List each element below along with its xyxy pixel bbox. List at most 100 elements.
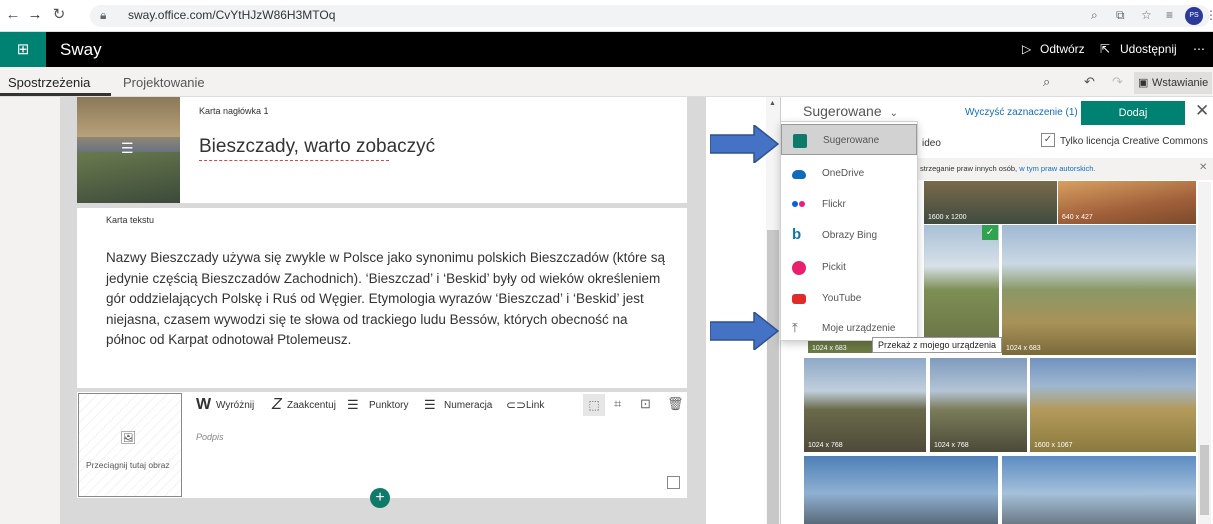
bullets-icon[interactable]: ☰	[347, 397, 359, 413]
text-card-label: Karta tekstu	[106, 215, 155, 225]
fit-icon[interactable]: ⊡	[640, 396, 651, 412]
heading-card-image[interactable]: ☰	[77, 97, 180, 203]
scroll-up-icon[interactable]: ▲	[769, 100, 776, 107]
suggested-icon	[793, 134, 807, 148]
share-button[interactable]: Udostępnij	[1120, 42, 1177, 56]
heading-card-label: Karta nagłówka 1	[199, 106, 269, 116]
bing-icon: b	[792, 226, 802, 243]
photo-dimensions: 1024 x 768	[934, 442, 969, 449]
license-checkbox[interactable]: ✓	[1041, 133, 1055, 147]
search-icon[interactable]: ⌕	[1043, 74, 1050, 90]
clear-selection-link[interactable]: Wyczyść zaznaczenie (1)	[965, 107, 1078, 118]
photo-thumb[interactable]: 1024 x 768	[930, 358, 1027, 452]
photo-thumb[interactable]: 1600 x 1067	[1030, 358, 1196, 452]
caption-placeholder[interactable]: Podpis	[196, 432, 224, 442]
copyright-link[interactable]: w tym praw autorskich.	[1019, 164, 1095, 173]
highlight-button[interactable]: Wyróżnij	[216, 400, 254, 411]
flickr-icon	[792, 201, 798, 207]
tab-insights[interactable]: Spostrzeżenia	[8, 75, 90, 90]
forward-arrow-icon[interactable]: →	[26, 6, 44, 24]
undo-icon[interactable]: ↶	[1084, 74, 1095, 90]
numbering-icon[interactable]: ☰	[424, 397, 436, 413]
photo-dimensions: 640 x 427	[1062, 214, 1093, 221]
source-item-youtube[interactable]: YouTube	[781, 283, 917, 314]
pane-scrollbar-thumb[interactable]	[1200, 445, 1209, 515]
add-button[interactable]: Dodaj	[1081, 101, 1185, 125]
copyright-notice: strzeganie praw innych osób, w tym praw …	[916, 158, 1213, 180]
photo-hills	[77, 152, 180, 203]
more-options-icon[interactable]: ⋯	[1193, 42, 1205, 56]
source-item-bing[interactable]: b Obrazy Bing	[781, 220, 917, 251]
source-item-pickit[interactable]: Pickit	[781, 252, 917, 283]
reload-icon[interactable]: ↻	[50, 6, 68, 24]
heading-text[interactable]: Bieszczady, warto zobaczyć	[199, 136, 435, 158]
share-page-icon[interactable]: ⧉	[1116, 8, 1125, 23]
numbering-button[interactable]: Numeracja	[444, 400, 492, 411]
share-icon[interactable]: ⇱	[1100, 42, 1110, 56]
notice-close-icon[interactable]: ✕	[1199, 162, 1207, 173]
bookmark-star-icon[interactable]: ☆	[1141, 8, 1152, 22]
emphasize-button[interactable]: Zaakcentuj	[287, 400, 336, 411]
bullets-button[interactable]: Punktory	[369, 400, 408, 411]
text-card-body[interactable]: Nazwy Bieszczady używa się zwykle w Pols…	[106, 248, 666, 351]
emphasize-icon[interactable]: Z	[272, 396, 282, 414]
reading-list-icon[interactable]: ≡	[1166, 8, 1173, 22]
pickit-icon	[792, 261, 806, 275]
scrollbar-thumb[interactable]	[767, 230, 779, 524]
link-button[interactable]: Link	[526, 400, 544, 411]
photo-dimensions: 1024 x 683	[1006, 345, 1041, 352]
delete-icon[interactable]: 🗑︎	[667, 396, 684, 412]
drop-image-label: Przeciągnij tutaj obraz	[86, 460, 170, 470]
tab-design[interactable]: Projektowanie	[123, 75, 205, 90]
photo-dimensions: 1024 x 683	[812, 345, 847, 352]
profile-avatar[interactable]: PS	[1185, 7, 1203, 25]
add-card-button[interactable]: +	[370, 488, 390, 508]
license-label: Tylko licencja Creative Commons	[1060, 136, 1208, 147]
insert-icon: ▣	[1138, 77, 1149, 89]
redo-icon[interactable]: ↷	[1112, 74, 1123, 90]
active-tab-indicator	[0, 93, 111, 96]
source-item-onedrive[interactable]: OneDrive	[781, 158, 917, 189]
source-item-flickr[interactable]: Flickr	[781, 189, 917, 220]
photo-thumb[interactable]: 1600 x 1200	[924, 181, 1057, 224]
photo-sky	[77, 97, 180, 137]
upload-icon: ⤒	[792, 320, 798, 335]
crop-icon[interactable]: ⌗	[614, 396, 621, 412]
spellcheck-underline	[199, 160, 389, 161]
url-text[interactable]: sway.office.com/CvYtHJzW86H3MTOq	[128, 8, 335, 22]
selected-check-icon: ✓	[982, 225, 998, 240]
photo-dimensions: 1024 x 768	[808, 442, 843, 449]
onedrive-icon	[792, 170, 806, 179]
play-icon[interactable]: ▷	[1022, 42, 1031, 56]
photo-thumb[interactable]	[804, 456, 998, 524]
browser-menu-icon[interactable]: ⋮	[1205, 8, 1213, 22]
app-launcher-icon[interactable]: ⊞	[0, 32, 46, 67]
flickr-dot	[799, 201, 805, 207]
insert-button[interactable]: ▣ Wstawianie	[1134, 72, 1212, 94]
photo-thumb-selected[interactable]	[924, 225, 999, 343]
highlight-icon[interactable]: W	[196, 396, 211, 414]
link-icon[interactable]: ⊂⊃	[506, 398, 526, 412]
photo-thumb[interactable]	[1002, 456, 1196, 524]
photo-dimensions: 1600 x 1067	[1034, 442, 1073, 449]
my-device-tooltip: Przekaż z mojego urządzenia	[872, 337, 1003, 353]
youtube-icon	[792, 294, 806, 304]
emphasis-checkbox[interactable]	[667, 476, 680, 489]
chevron-down-icon: ⌄	[889, 108, 899, 119]
source-dropdown[interactable]: Sugerowane ⌄	[803, 103, 898, 119]
zoom-icon[interactable]: ⌕	[1091, 8, 1098, 23]
lock-icon: 🔒︎	[100, 8, 107, 22]
play-button[interactable]: Odtwórz	[1040, 42, 1085, 56]
photo-thumb[interactable]: 1024 x 768	[804, 358, 926, 452]
back-arrow-icon[interactable]: ←	[4, 6, 22, 24]
photo-thumb[interactable]: 640 x 427	[1058, 181, 1196, 224]
photo-dimensions: 1600 x 1200	[928, 214, 967, 221]
app-title: Sway	[60, 40, 102, 59]
close-icon[interactable]: ✕	[1195, 101, 1209, 121]
focus-point-icon[interactable]: ⬚	[583, 394, 605, 416]
photo-thumb[interactable]: 1024 x 683	[1002, 225, 1196, 355]
annotation-arrow-icon	[710, 125, 780, 163]
image-placeholder-icon: 🖼︎	[120, 430, 137, 445]
video-label: ideo	[922, 138, 941, 149]
source-item-suggested[interactable]: Sugerowane	[781, 124, 917, 155]
